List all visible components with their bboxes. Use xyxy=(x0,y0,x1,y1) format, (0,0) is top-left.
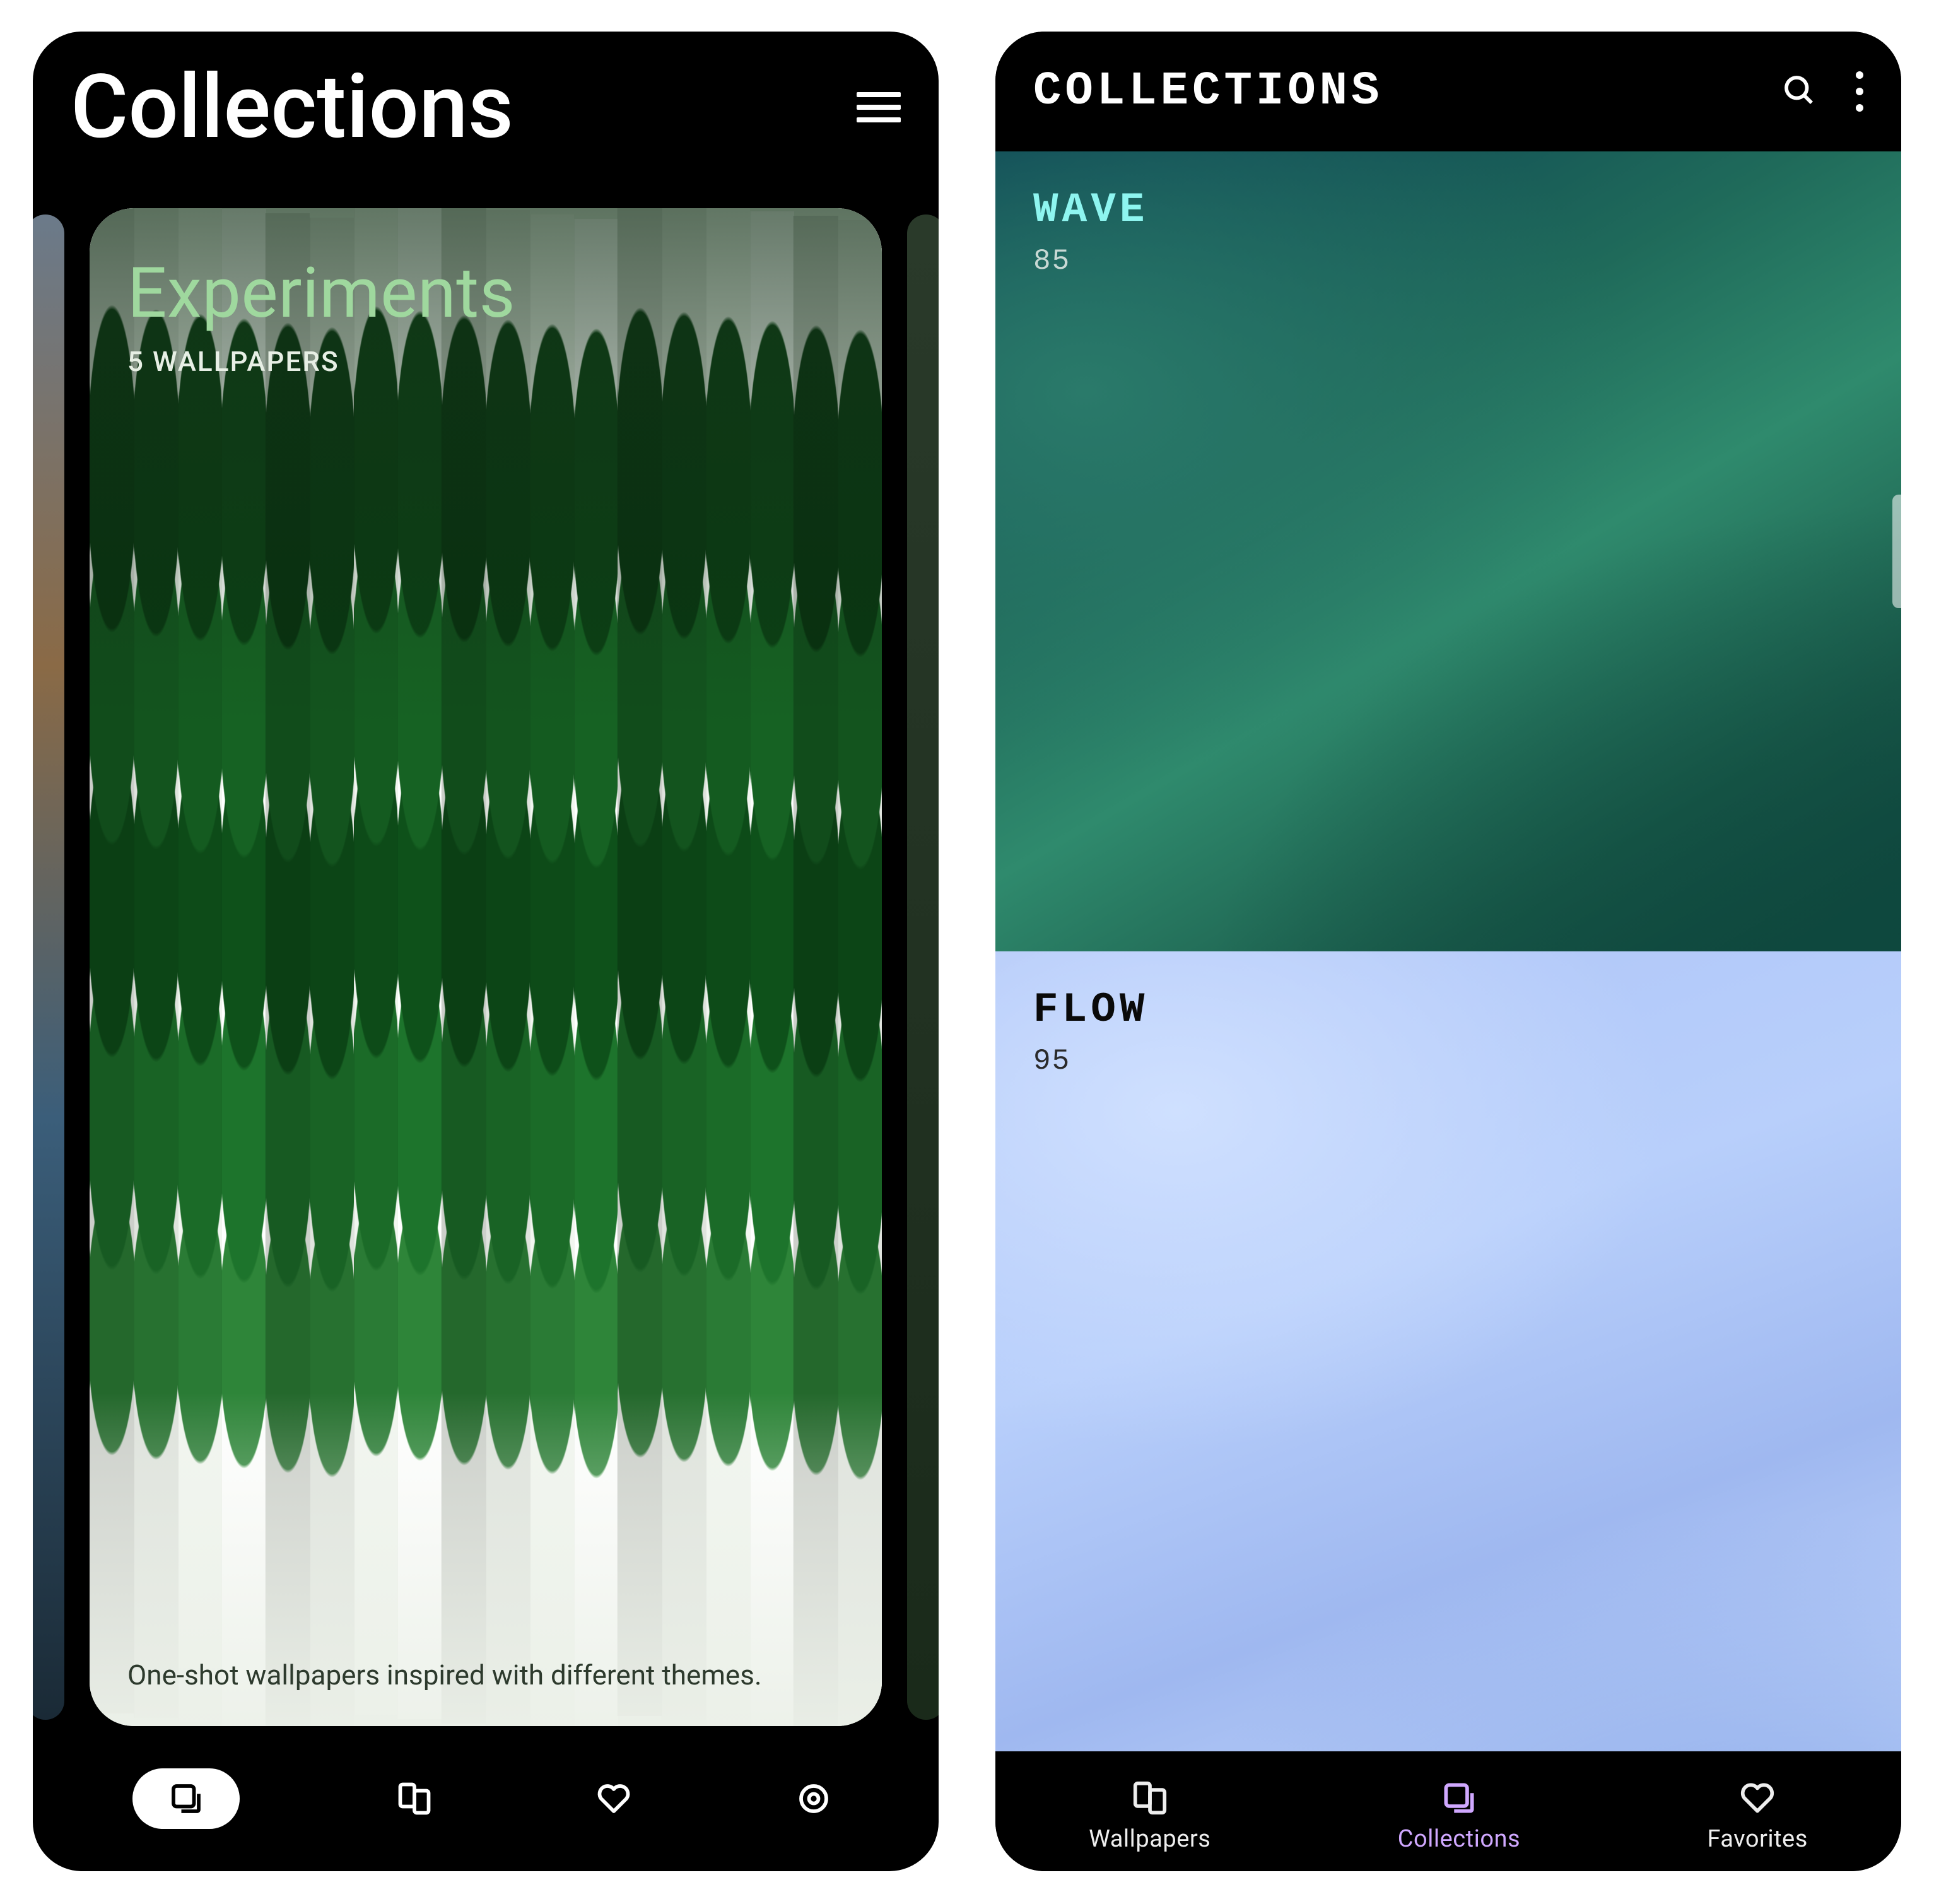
scroll-indicator xyxy=(1892,495,1901,608)
header: Collections xyxy=(33,32,939,183)
tab-favorites[interactable]: Favorites xyxy=(1707,1778,1807,1853)
nav-wallpapers-icon[interactable] xyxy=(389,1773,440,1824)
collection-count: 85 xyxy=(1033,245,1148,278)
next-collection-peek[interactable] xyxy=(907,214,939,1720)
prev-collection-peek[interactable] xyxy=(33,214,64,1720)
menu-icon[interactable] xyxy=(857,92,901,122)
search-icon[interactable] xyxy=(1780,71,1818,112)
collection-subtitle: 5 WALLPAPERS xyxy=(127,345,844,378)
collection-description: One-shot wallpapers inspired with differ… xyxy=(127,1659,844,1691)
collection-list[interactable]: WAVE 85 FLOW 95 xyxy=(995,151,1901,1751)
bottom-nav: Wallpapers Collections Favorites xyxy=(995,1751,1901,1871)
collection-count: 95 xyxy=(1033,1045,1148,1078)
nav-collections-icon[interactable] xyxy=(132,1768,240,1829)
nav-favorites-icon[interactable] xyxy=(589,1773,639,1824)
collection-item-wave[interactable]: WAVE 85 xyxy=(995,151,1901,951)
tab-label: Favorites xyxy=(1707,1825,1807,1853)
phone-left: Collections Experiments 5 WALLPAPERS One… xyxy=(19,18,952,1885)
overflow-menu-icon[interactable] xyxy=(1856,71,1863,112)
tab-wallpapers[interactable]: Wallpapers xyxy=(1089,1778,1210,1853)
tab-label: Collections xyxy=(1398,1825,1520,1853)
collection-card[interactable]: Experiments 5 WALLPAPERS One-shot wallpa… xyxy=(90,208,882,1726)
tab-collections[interactable]: Collections xyxy=(1398,1778,1520,1853)
collection-name: FLOW xyxy=(1033,986,1148,1033)
bottom-nav xyxy=(33,1745,939,1871)
header: COLLECTIONS xyxy=(995,32,1901,151)
nav-settings-icon[interactable] xyxy=(788,1773,839,1824)
page-title: COLLECTIONS xyxy=(1033,65,1383,118)
collection-name: WAVE xyxy=(1033,186,1148,233)
collection-carousel[interactable]: Experiments 5 WALLPAPERS One-shot wallpa… xyxy=(33,189,939,1745)
collection-name: Experiments xyxy=(127,252,844,334)
tab-label: Wallpapers xyxy=(1089,1825,1210,1853)
collection-item-flow[interactable]: FLOW 95 xyxy=(995,951,1901,1751)
page-title: Collections xyxy=(71,56,513,159)
phone-right: COLLECTIONS WAVE 85 xyxy=(982,18,1915,1885)
